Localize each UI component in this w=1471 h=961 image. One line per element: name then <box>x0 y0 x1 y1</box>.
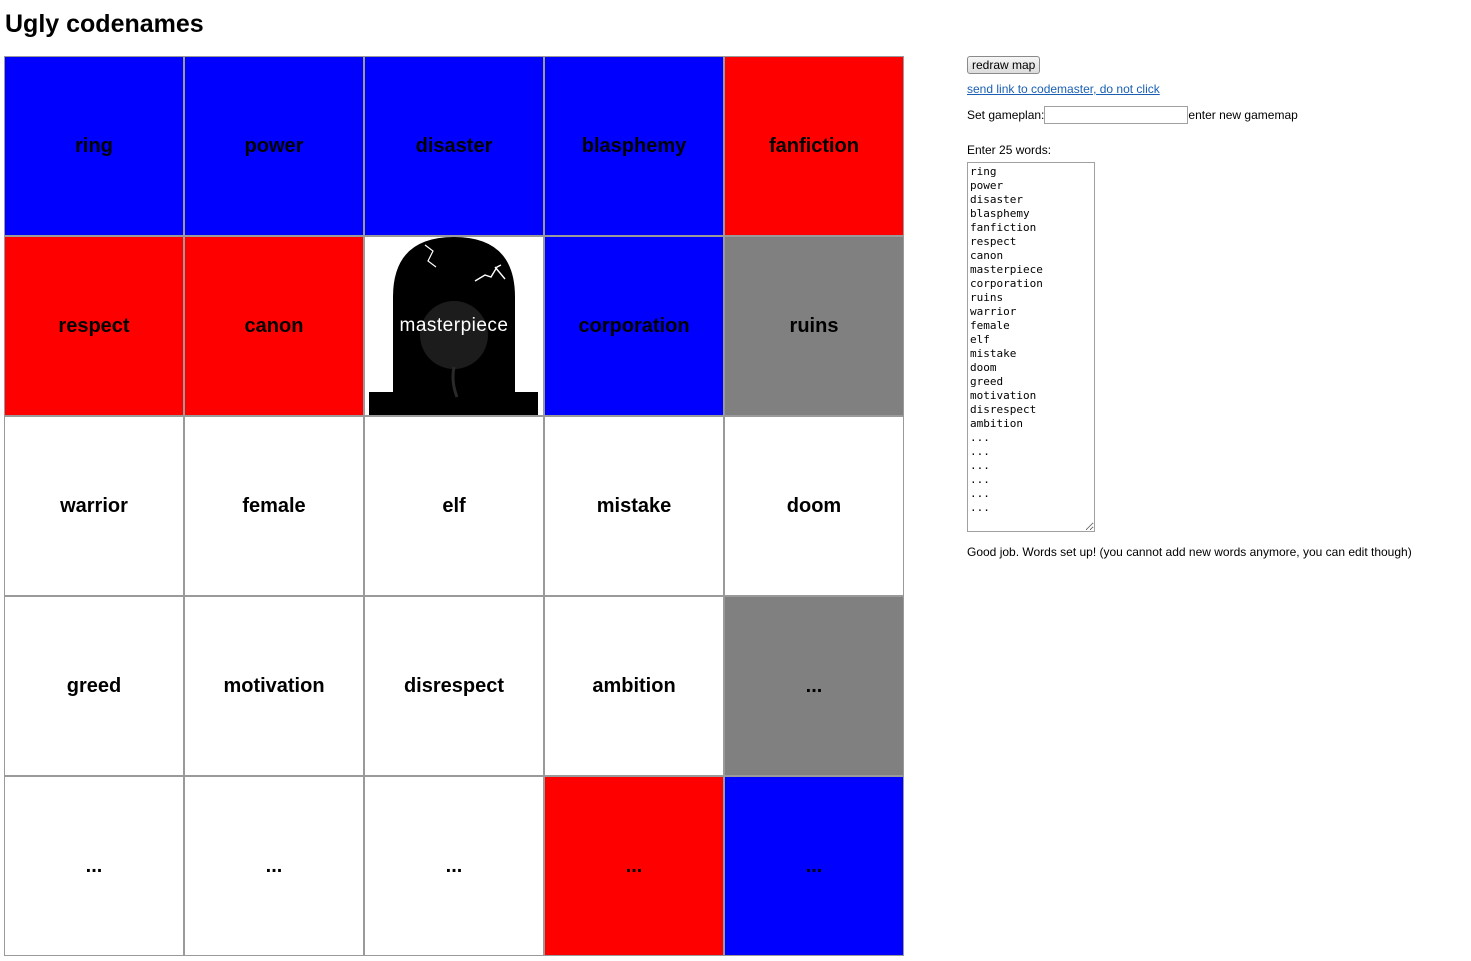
board-card[interactable]: corporation <box>545 237 723 415</box>
card-word: masterpiece <box>399 315 509 336</box>
board-card[interactable]: blasphemy <box>545 57 723 235</box>
gameplan-label: Set gameplan: <box>967 108 1045 122</box>
card-word: warrior <box>60 494 128 517</box>
board-card[interactable]: disrespect <box>365 597 543 775</box>
card-word: ... <box>265 854 283 877</box>
card-word: ring <box>75 134 113 157</box>
words-textarea[interactable]: ring power disaster blasphemy fanfiction… <box>967 162 1095 532</box>
board-card[interactable]: female <box>185 417 363 595</box>
card-word: greed <box>66 674 122 697</box>
board-card[interactable]: ring <box>5 57 183 235</box>
card-word: fanfiction <box>769 134 859 157</box>
board-card[interactable]: disaster <box>365 57 543 235</box>
status-message: Good job. Words set up! (you cannot add … <box>967 545 1412 559</box>
board-card[interactable]: greed <box>5 597 183 775</box>
codemaster-link[interactable]: send link to codemaster, do not click <box>967 82 1160 96</box>
board-card[interactable]: ruins <box>725 237 903 415</box>
board-card[interactable]: motivation <box>185 597 363 775</box>
board-card[interactable]: mistake <box>545 417 723 595</box>
card-word: motivation <box>223 674 325 697</box>
card-word: ruins <box>789 314 839 337</box>
card-word: power <box>244 134 304 157</box>
board-card[interactable]: fanfiction <box>725 57 903 235</box>
board-card[interactable]: power <box>185 57 363 235</box>
board-card[interactable]: ... <box>725 597 903 775</box>
card-word: canon <box>244 314 304 337</box>
redraw-map-button[interactable]: redraw map <box>967 56 1041 74</box>
card-word: doom <box>786 494 842 517</box>
board-card[interactable]: ... <box>365 777 543 955</box>
gameplan-input[interactable] <box>1044 106 1189 124</box>
card-word: elf <box>442 494 466 517</box>
board-card[interactable]: doom <box>725 417 903 595</box>
board-card[interactable]: ... <box>185 777 363 955</box>
page-title: Ugly codenames <box>5 10 204 38</box>
words-label: Enter 25 words: <box>967 143 1052 157</box>
board-card[interactable]: ambition <box>545 597 723 775</box>
board-card[interactable]: masterpiece <box>365 237 543 415</box>
board-card[interactable]: elf <box>365 417 543 595</box>
card-word: ... <box>85 854 103 877</box>
gameplan-hint: enter new gamemap <box>1188 108 1298 122</box>
codenames-board: ring power disaster blasphemy fanfiction resp… <box>4 56 904 956</box>
card-word: female <box>242 494 306 517</box>
gameplan-row: Set gameplan: enter new gamemap <box>967 106 1298 124</box>
card-word: blasphemy <box>581 134 687 157</box>
board-card[interactable]: warrior <box>5 417 183 595</box>
board-card[interactable]: ... <box>545 777 723 955</box>
card-word: ... <box>805 674 823 697</box>
card-word: disaster <box>415 134 493 157</box>
card-word: ... <box>805 854 823 877</box>
card-word: respect <box>58 314 130 337</box>
card-word: ... <box>625 854 643 877</box>
card-word: mistake <box>596 494 672 517</box>
card-word: ambition <box>592 674 676 697</box>
card-word: disrespect <box>403 674 505 697</box>
board-card[interactable]: ... <box>725 777 903 955</box>
card-word: ... <box>445 854 463 877</box>
board-card[interactable]: canon <box>185 237 363 415</box>
board-card[interactable]: respect <box>5 237 183 415</box>
card-word: corporation <box>578 314 690 337</box>
board-card[interactable]: ... <box>5 777 183 955</box>
